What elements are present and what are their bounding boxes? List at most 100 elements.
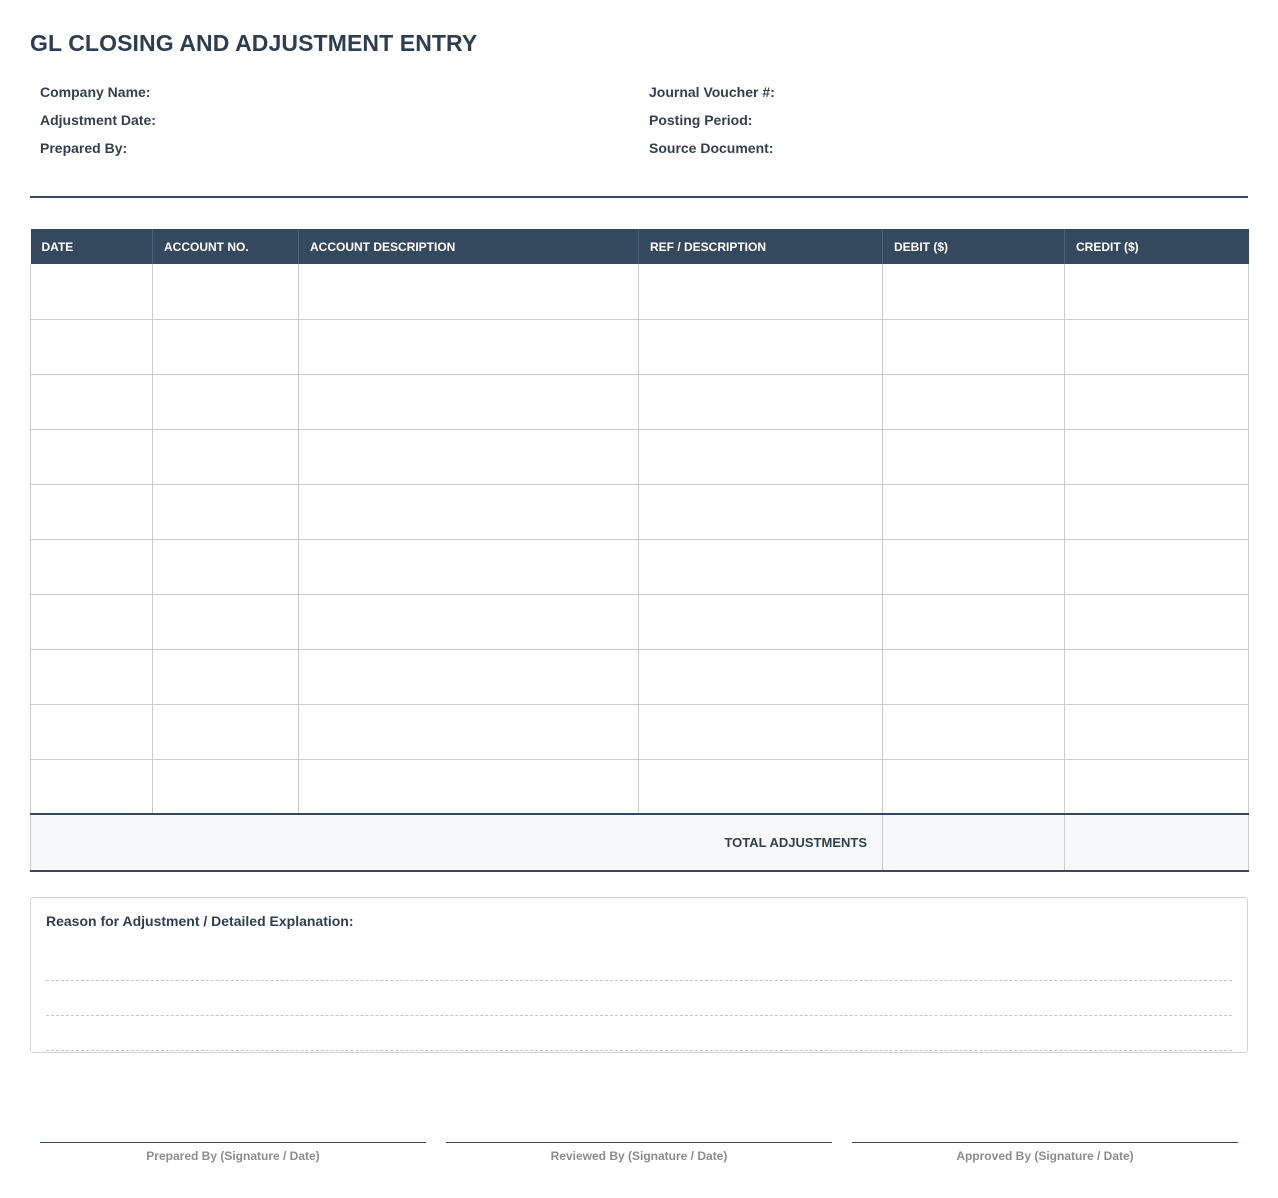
column-header-debit: DEBIT ($) — [882, 229, 1065, 264]
prepared-by-signature: Prepared By (Signature / Date) — [40, 1142, 426, 1163]
total-debit-cell[interactable] — [882, 813, 1065, 872]
credit-cell[interactable] — [1064, 648, 1249, 705]
date-cell[interactable] — [30, 758, 153, 815]
header-fields-left: Company Name: Adjustment Date: Prepared … — [40, 82, 156, 166]
ref-description-cell[interactable] — [638, 648, 883, 705]
column-header-account-description: ACCOUNT DESCRIPTION — [298, 229, 639, 264]
debit-cell[interactable] — [882, 318, 1065, 375]
header-divider — [30, 196, 1248, 198]
account-no-cell[interactable] — [152, 373, 299, 430]
ref-description-cell[interactable] — [638, 318, 883, 375]
date-cell[interactable] — [30, 538, 153, 595]
table-body — [30, 264, 1249, 815]
debit-cell[interactable] — [882, 428, 1065, 485]
debit-cell[interactable] — [882, 264, 1065, 320]
debit-cell[interactable] — [882, 483, 1065, 540]
account-no-cell[interactable] — [152, 593, 299, 650]
column-header-account-no: ACCOUNT NO. — [152, 229, 299, 264]
reason-line[interactable] — [46, 1016, 1232, 1051]
debit-cell[interactable] — [882, 703, 1065, 760]
ref-description-cell[interactable] — [638, 703, 883, 760]
debit-cell[interactable] — [882, 648, 1065, 705]
ref-description-cell[interactable] — [638, 373, 883, 430]
column-header-date: DATE — [30, 229, 153, 264]
prepared-by-label: Prepared By: — [40, 140, 128, 156]
reason-line[interactable] — [46, 981, 1232, 1016]
reason-box: Reason for Adjustment / Detailed Explana… — [30, 897, 1248, 1053]
account-description-cell[interactable] — [298, 593, 639, 650]
credit-cell[interactable] — [1064, 483, 1249, 540]
date-cell[interactable] — [30, 703, 153, 760]
adjustment-date-label: Adjustment Date: — [40, 112, 156, 128]
account-description-cell[interactable] — [298, 703, 639, 760]
date-cell[interactable] — [30, 428, 153, 485]
page-title: GL CLOSING AND ADJUSTMENT ENTRY — [30, 30, 478, 56]
table-row — [30, 703, 1249, 760]
total-adjustments-label: TOTAL ADJUSTMENTS — [30, 813, 883, 872]
adjustment-table: DATE ACCOUNT NO. ACCOUNT DESCRIPTION REF… — [30, 229, 1249, 872]
credit-cell[interactable] — [1064, 373, 1249, 430]
account-description-cell[interactable] — [298, 373, 639, 430]
account-no-cell[interactable] — [152, 318, 299, 375]
date-cell[interactable] — [30, 264, 153, 320]
ref-description-cell[interactable] — [638, 483, 883, 540]
account-description-cell[interactable] — [298, 264, 639, 320]
company-name-label: Company Name: — [40, 84, 151, 100]
table-row — [30, 648, 1249, 705]
posting-period-label: Posting Period: — [649, 112, 753, 128]
account-no-cell[interactable] — [152, 428, 299, 485]
account-description-cell[interactable] — [298, 648, 639, 705]
source-document-label: Source Document: — [649, 140, 774, 156]
account-no-cell[interactable] — [152, 483, 299, 540]
credit-cell[interactable] — [1064, 703, 1249, 760]
debit-cell[interactable] — [882, 373, 1065, 430]
account-description-cell[interactable] — [298, 758, 639, 815]
table-row — [30, 264, 1249, 320]
account-description-cell[interactable] — [298, 428, 639, 485]
approved-by-signature: Approved By (Signature / Date) — [852, 1142, 1238, 1163]
account-no-cell[interactable] — [152, 758, 299, 815]
date-cell[interactable] — [30, 648, 153, 705]
account-no-cell[interactable] — [152, 648, 299, 705]
table-row — [30, 428, 1249, 485]
credit-cell[interactable] — [1064, 538, 1249, 595]
account-description-cell[interactable] — [298, 483, 639, 540]
account-description-cell[interactable] — [298, 318, 639, 375]
table-row — [30, 373, 1249, 430]
date-cell[interactable] — [30, 318, 153, 375]
account-no-cell[interactable] — [152, 703, 299, 760]
table-row — [30, 483, 1249, 540]
ref-description-cell[interactable] — [638, 538, 883, 595]
column-header-credit: CREDIT ($) — [1064, 229, 1249, 264]
total-credit-cell[interactable] — [1064, 813, 1249, 872]
debit-cell[interactable] — [882, 758, 1065, 815]
ref-description-cell[interactable] — [638, 593, 883, 650]
date-cell[interactable] — [30, 373, 153, 430]
total-row: TOTAL ADJUSTMENTS — [30, 813, 1249, 872]
table-row — [30, 318, 1249, 375]
reason-label: Reason for Adjustment / Detailed Explana… — [46, 913, 354, 929]
table-row — [30, 538, 1249, 595]
credit-cell[interactable] — [1064, 428, 1249, 485]
column-header-ref-description: REF / DESCRIPTION — [638, 229, 883, 264]
journal-voucher-label: Journal Voucher #: — [649, 84, 775, 100]
header-fields-right: Journal Voucher #: Posting Period: Sourc… — [649, 82, 775, 166]
ref-description-cell[interactable] — [638, 758, 883, 815]
account-no-cell[interactable] — [152, 264, 299, 320]
reason-line[interactable] — [46, 953, 1232, 981]
reviewed-by-signature: Reviewed By (Signature / Date) — [446, 1142, 832, 1163]
debit-cell[interactable] — [882, 538, 1065, 595]
table-header-row: DATE ACCOUNT NO. ACCOUNT DESCRIPTION REF… — [30, 229, 1249, 264]
account-description-cell[interactable] — [298, 538, 639, 595]
ref-description-cell[interactable] — [638, 428, 883, 485]
table-row — [30, 593, 1249, 650]
account-no-cell[interactable] — [152, 538, 299, 595]
debit-cell[interactable] — [882, 593, 1065, 650]
credit-cell[interactable] — [1064, 593, 1249, 650]
credit-cell[interactable] — [1064, 264, 1249, 320]
date-cell[interactable] — [30, 593, 153, 650]
credit-cell[interactable] — [1064, 758, 1249, 815]
date-cell[interactable] — [30, 483, 153, 540]
credit-cell[interactable] — [1064, 318, 1249, 375]
ref-description-cell[interactable] — [638, 264, 883, 320]
